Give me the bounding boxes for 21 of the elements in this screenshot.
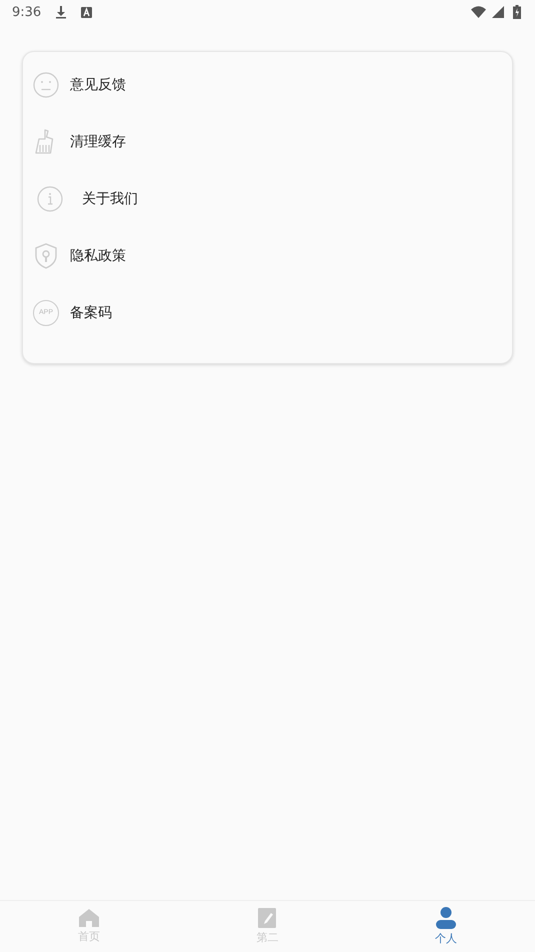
menu-item[interactable]: 意见反馈 <box>33 56 502 113</box>
notification-icon <box>81 6 92 18</box>
download-icon <box>55 5 68 19</box>
home-icon <box>79 909 100 927</box>
info-icon <box>37 186 63 212</box>
menu-label: 关于我们 <box>82 190 138 208</box>
status-time: 9:36 <box>12 4 42 20</box>
wifi-icon <box>471 6 486 18</box>
menu-item[interactable]: 关于我们 <box>33 170 502 227</box>
menu-label: 备案码 <box>70 304 112 322</box>
notebook-pencil-icon <box>258 908 276 928</box>
battery-icon <box>513 5 521 19</box>
menu-label: 意见反馈 <box>70 76 126 94</box>
menu-item[interactable]: 清理缓存 <box>33 113 502 170</box>
person-icon <box>436 907 456 929</box>
nav-tab[interactable]: 个人 <box>356 901 535 952</box>
menu-label: 隐私政策 <box>70 246 126 264</box>
menu-item[interactable]: 隐私政策 <box>33 227 502 284</box>
menu-label: 清理缓存 <box>70 132 126 150</box>
signal-icon <box>492 6 504 18</box>
shield-icon <box>33 242 59 268</box>
